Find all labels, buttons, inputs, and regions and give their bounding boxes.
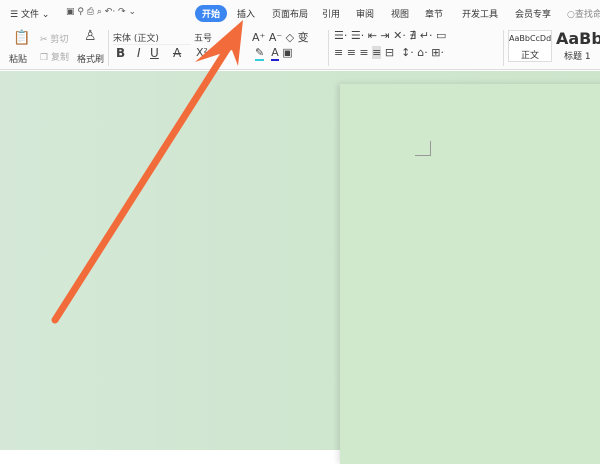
arrow-shaft	[51, 36, 237, 324]
annotation-arrow	[51, 20, 243, 324]
